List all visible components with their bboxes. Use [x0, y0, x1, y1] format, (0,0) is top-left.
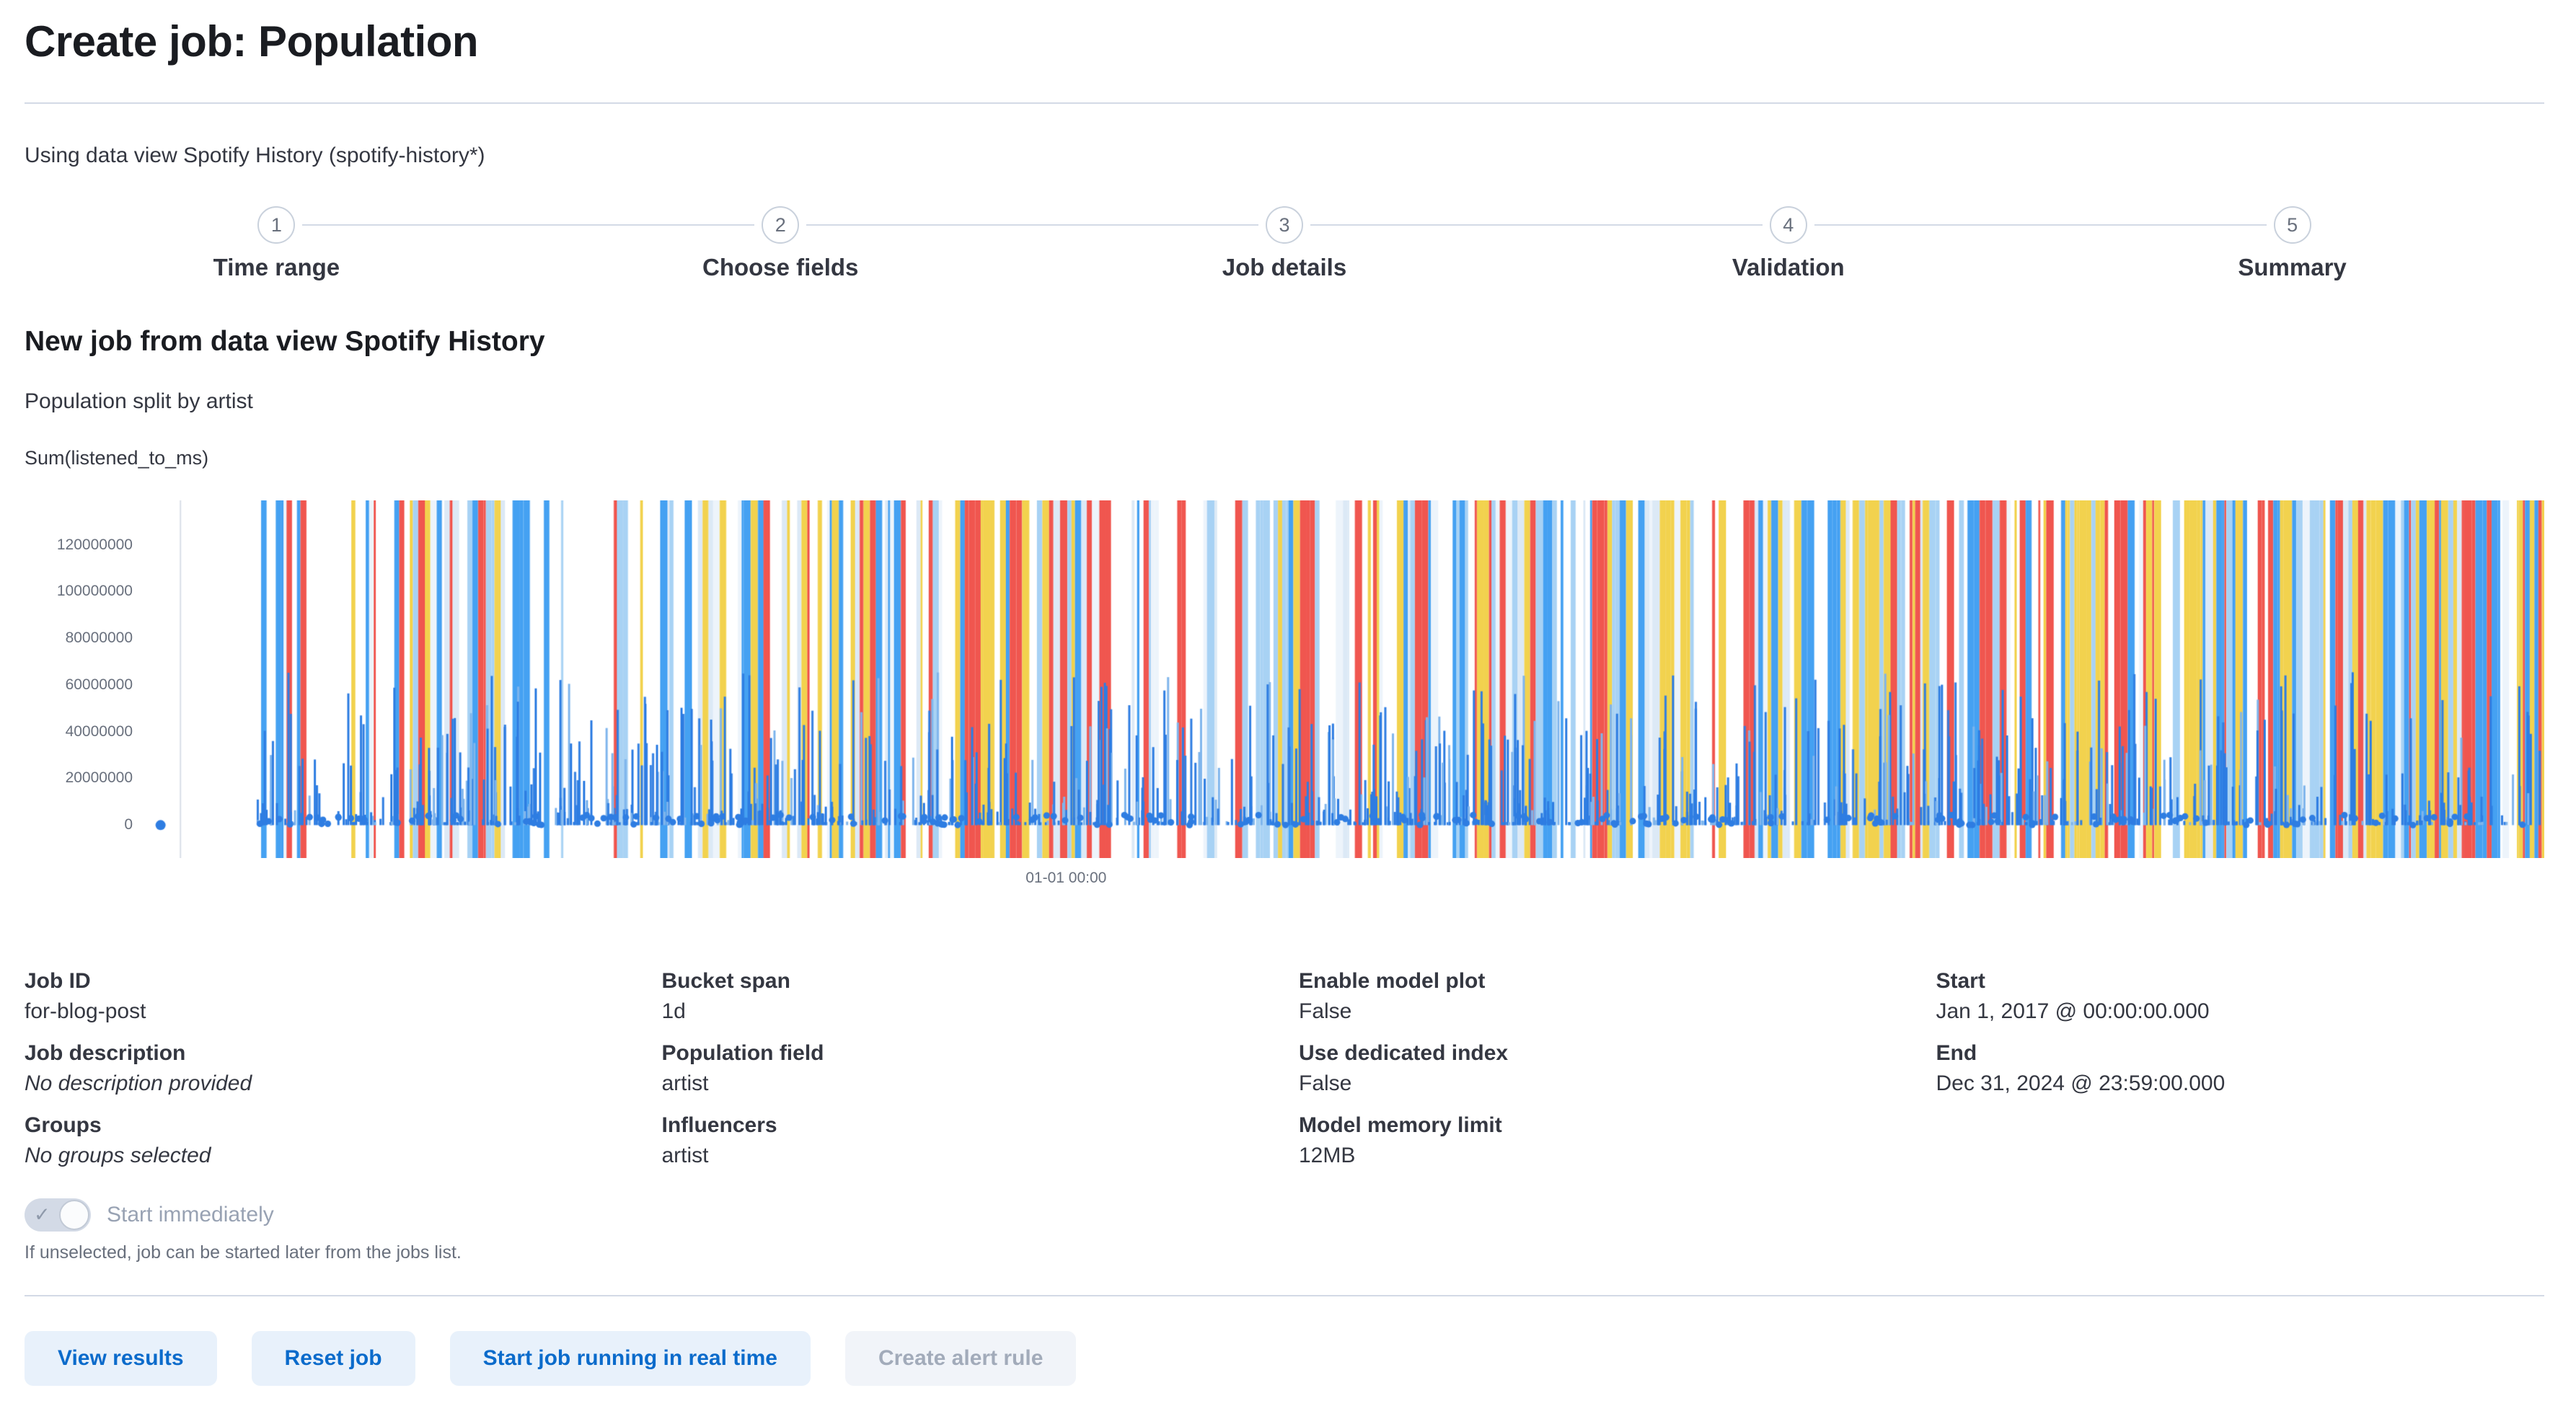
detail-column-4: Start Jan 1, 2017 @ 00:00:00.000 End Dec… — [1936, 968, 2545, 1184]
detail-label: Population field — [662, 1040, 1271, 1067]
toggle-label: Start immediately — [107, 1201, 274, 1229]
step-job-details[interactable]: 3 Job details — [1033, 206, 1537, 281]
footer-actions: View results Reset job Start job running… — [25, 1331, 2544, 1386]
step-label: Job details — [1222, 254, 1346, 281]
step-connector — [806, 224, 1032, 226]
detail-model-memory-limit: Model memory limit 12MB — [1299, 1112, 1907, 1170]
step-connector — [25, 224, 250, 226]
step-time-range[interactable]: 1 Time range — [25, 206, 529, 281]
step-number-circle: 2 — [762, 206, 799, 244]
dataview-line: Using data view Spotify History (spotify… — [25, 143, 2544, 169]
detail-label: Enable model plot — [1299, 968, 1907, 995]
job-summary-subheading: Population split by artist — [25, 388, 2544, 415]
step-choose-fields[interactable]: 2 Choose fields — [529, 206, 1033, 281]
chart-x-axis: 01-01 00:00 — [149, 858, 2544, 900]
detail-value: Jan 1, 2017 @ 00:00:00.000 — [1936, 998, 2545, 1025]
view-results-button[interactable]: View results — [25, 1331, 217, 1386]
detail-value: for-blog-post — [25, 998, 633, 1025]
header-divider — [25, 102, 2544, 104]
step-label: Time range — [213, 254, 340, 281]
step-connector — [1033, 224, 1258, 226]
step-connector — [1536, 224, 1762, 226]
step-connector — [1310, 224, 1536, 226]
detail-label: Use dedicated index — [1299, 1040, 1907, 1067]
detail-value: artist — [662, 1070, 1271, 1097]
step-connector — [2319, 224, 2544, 226]
step-number-circle: 4 — [1770, 206, 1807, 244]
detail-job-id: Job ID for-blog-post — [25, 968, 633, 1025]
detail-bucket-span: Bucket span 1d — [662, 968, 1271, 1025]
population-chart-canvas — [149, 500, 2544, 858]
step-summary[interactable]: 5 Summary — [2040, 206, 2544, 281]
step-validation[interactable]: 4 Validation — [1536, 206, 2040, 281]
detail-groups: Groups No groups selected — [25, 1112, 633, 1170]
detail-influencers: Influencers artist — [662, 1112, 1271, 1170]
detail-column-1: Job ID for-blog-post Job description No … — [25, 968, 633, 1184]
step-label: Validation — [1732, 254, 1845, 281]
y-tick-label: 0 — [124, 816, 133, 834]
step-connector — [2040, 224, 2266, 226]
detail-job-description: Job description No description provided — [25, 1040, 633, 1097]
detail-label: Influencers — [662, 1112, 1271, 1139]
detail-end-time: End Dec 31, 2024 @ 23:59:00.000 — [1936, 1040, 2545, 1097]
detail-column-2: Bucket span 1d Population field artist I… — [662, 968, 1271, 1184]
x-tick-label: 01-01 00:00 — [1025, 870, 1106, 887]
step-connector — [302, 224, 528, 226]
population-chart: 120000000 100000000 80000000 60000000 40… — [25, 500, 2544, 900]
detail-label: Start — [1936, 968, 2545, 995]
detail-label: Bucket span — [662, 968, 1271, 995]
detail-start-time: Start Jan 1, 2017 @ 00:00:00.000 — [1936, 968, 2545, 1025]
step-number-circle: 5 — [2274, 206, 2311, 244]
y-tick-label: 100000000 — [57, 583, 133, 600]
detail-column-3: Enable model plot False Use dedicated in… — [1299, 968, 1907, 1184]
start-immediately-toggle[interactable]: ✓ Start immediately — [25, 1198, 2544, 1232]
detail-label: Job ID — [25, 968, 633, 995]
detail-value: 1d — [662, 998, 1271, 1025]
detail-population-field: Population field artist — [662, 1040, 1271, 1097]
detail-label: Groups — [25, 1112, 633, 1139]
wizard-steps: 1 Time range 2 Choose fields 3 Job detai… — [25, 206, 2544, 281]
y-tick-label: 80000000 — [66, 629, 133, 647]
step-number-circle: 1 — [257, 206, 295, 244]
y-tick-label: 60000000 — [66, 676, 133, 694]
detail-use-dedicated-index: Use dedicated index False — [1299, 1040, 1907, 1097]
chart-y-axis: 120000000 100000000 80000000 60000000 40… — [25, 500, 149, 858]
create-job-page: Create job: Population Using data view S… — [0, 0, 2576, 1386]
check-icon: ✓ — [34, 1206, 50, 1225]
detail-value: No groups selected — [25, 1142, 633, 1170]
detail-label: End — [1936, 1040, 2545, 1067]
detail-value: False — [1299, 998, 1907, 1025]
detail-label: Model memory limit — [1299, 1112, 1907, 1139]
y-tick-label: 120000000 — [57, 536, 133, 554]
toggle-hint: If unselected, job can be started later … — [25, 1242, 2544, 1263]
chart-title: Sum(listened_to_ms) — [25, 446, 2544, 470]
detail-value: 12MB — [1299, 1142, 1907, 1170]
detail-label: Job description — [25, 1040, 633, 1067]
step-label: Choose fields — [702, 254, 858, 281]
step-number-circle: 3 — [1266, 206, 1303, 244]
job-summary-heading: New job from data view Spotify History — [25, 324, 2544, 359]
job-summary-details: Job ID for-blog-post Job description No … — [25, 968, 2544, 1184]
step-label: Summary — [2238, 254, 2346, 281]
detail-value: artist — [662, 1142, 1271, 1170]
create-alert-rule-button[interactable]: Create alert rule — [845, 1331, 1076, 1386]
start-job-real-time-button[interactable]: Start job running in real time — [450, 1331, 811, 1386]
detail-enable-model-plot: Enable model plot False — [1299, 968, 1907, 1025]
detail-value: Dec 31, 2024 @ 23:59:00.000 — [1936, 1070, 2545, 1097]
chart-plot-area — [149, 500, 2544, 858]
step-connector — [529, 224, 754, 226]
page-title: Create job: Population — [25, 17, 2544, 66]
y-tick-label: 40000000 — [66, 723, 133, 741]
toggle-switch[interactable]: ✓ — [25, 1198, 91, 1232]
detail-value: No description provided — [25, 1070, 633, 1097]
toggle-knob — [59, 1200, 89, 1230]
y-tick-label: 20000000 — [66, 769, 133, 787]
reset-job-button[interactable]: Reset job — [252, 1331, 415, 1386]
step-connector — [1814, 224, 2040, 226]
detail-value: False — [1299, 1070, 1907, 1097]
footer-divider — [25, 1295, 2544, 1296]
